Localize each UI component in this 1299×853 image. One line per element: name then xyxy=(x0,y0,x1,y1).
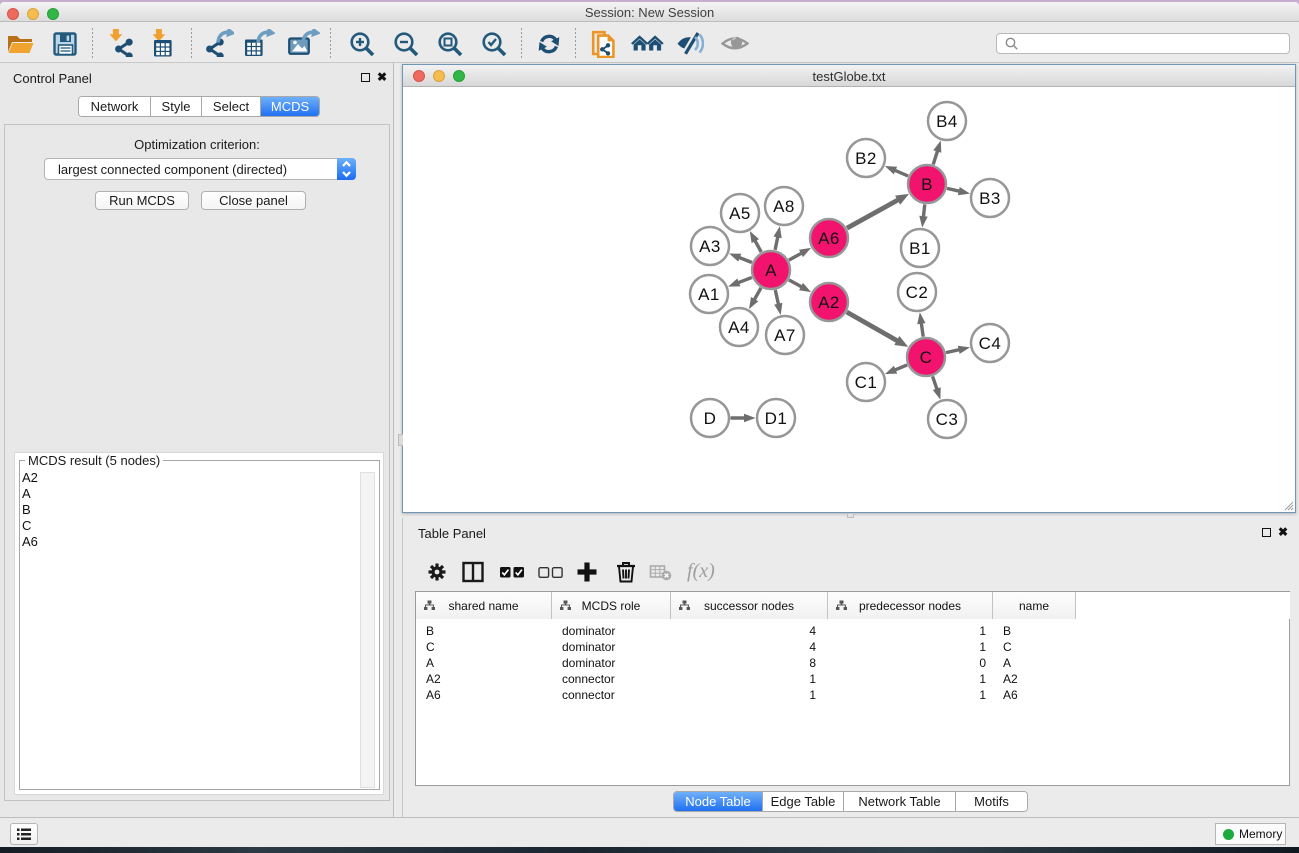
svg-text:B2: B2 xyxy=(855,149,877,168)
svg-text:A6: A6 xyxy=(818,229,840,248)
svg-text:B4: B4 xyxy=(936,112,958,131)
svg-text:A3: A3 xyxy=(699,237,721,256)
svg-text:C3: C3 xyxy=(936,410,959,429)
svg-text:A: A xyxy=(765,261,777,280)
svg-text:A5: A5 xyxy=(729,204,751,223)
svg-text:C: C xyxy=(920,348,933,367)
svg-text:C2: C2 xyxy=(906,283,929,302)
svg-text:C4: C4 xyxy=(979,334,1002,353)
svg-text:A4: A4 xyxy=(728,318,750,337)
svg-text:D1: D1 xyxy=(765,409,788,428)
svg-text:A1: A1 xyxy=(698,285,720,304)
svg-text:A8: A8 xyxy=(773,197,795,216)
svg-text:D: D xyxy=(704,409,717,428)
svg-text:A2: A2 xyxy=(818,293,840,312)
svg-text:B1: B1 xyxy=(909,239,931,258)
svg-text:A7: A7 xyxy=(774,326,796,345)
svg-text:B: B xyxy=(921,175,933,194)
svg-text:C1: C1 xyxy=(855,373,878,392)
svg-text:B3: B3 xyxy=(979,189,1001,208)
